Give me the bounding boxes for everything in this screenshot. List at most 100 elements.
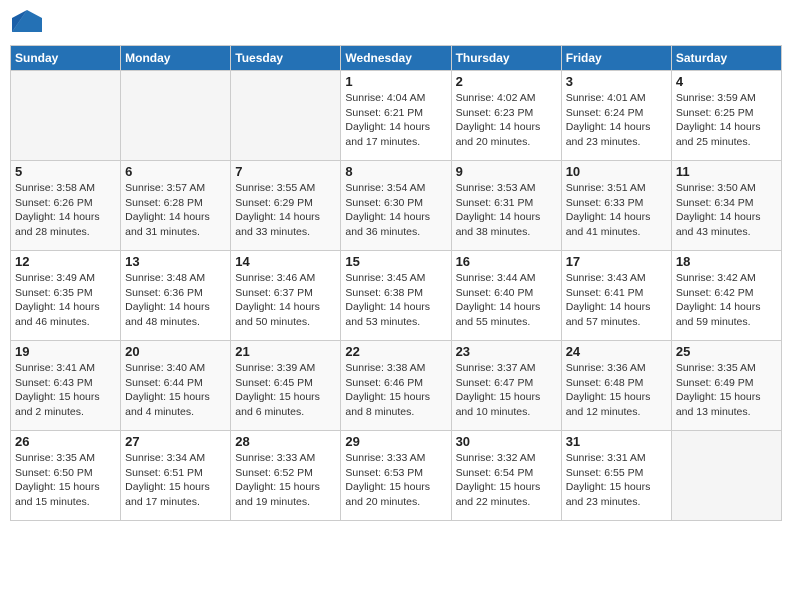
day-info: Sunrise: 3:39 AM Sunset: 6:45 PM Dayligh…: [235, 361, 336, 420]
day-number: 28: [235, 434, 336, 449]
calendar-cell: 7 Sunrise: 3:55 AM Sunset: 6:29 PM Daylig…: [231, 161, 341, 251]
day-info: Sunrise: 3:34 AM Sunset: 6:51 PM Dayligh…: [125, 451, 226, 510]
day-info: Sunrise: 3:40 AM Sunset: 6:44 PM Dayligh…: [125, 361, 226, 420]
column-header-thursday: Thursday: [451, 46, 561, 71]
day-info: Sunrise: 3:37 AM Sunset: 6:47 PM Dayligh…: [456, 361, 557, 420]
day-number: 4: [676, 74, 777, 89]
calendar-cell: 15 Sunrise: 3:45 AM Sunset: 6:38 PM Dayli…: [341, 251, 451, 341]
day-number: 17: [566, 254, 667, 269]
calendar-cell: 3 Sunrise: 4:01 AM Sunset: 6:24 PM Daylig…: [561, 71, 671, 161]
calendar-cell: 29 Sunrise: 3:33 AM Sunset: 6:53 PM Dayli…: [341, 431, 451, 521]
day-number: 26: [15, 434, 116, 449]
day-info: Sunrise: 3:57 AM Sunset: 6:28 PM Dayligh…: [125, 181, 226, 240]
day-number: 15: [345, 254, 446, 269]
calendar-cell: 28 Sunrise: 3:33 AM Sunset: 6:52 PM Dayli…: [231, 431, 341, 521]
day-number: 14: [235, 254, 336, 269]
day-number: 7: [235, 164, 336, 179]
day-info: Sunrise: 3:35 AM Sunset: 6:49 PM Dayligh…: [676, 361, 777, 420]
day-number: 18: [676, 254, 777, 269]
day-info: Sunrise: 3:36 AM Sunset: 6:48 PM Dayligh…: [566, 361, 667, 420]
calendar-cell: 11 Sunrise: 3:50 AM Sunset: 6:34 PM Dayli…: [671, 161, 781, 251]
day-number: 24: [566, 344, 667, 359]
calendar-cell: [231, 71, 341, 161]
day-number: 3: [566, 74, 667, 89]
day-info: Sunrise: 4:02 AM Sunset: 6:23 PM Dayligh…: [456, 91, 557, 150]
calendar-cell: 18Sunrise: 3:42 AM Sunset: 6:42 PM Dayli…: [671, 251, 781, 341]
day-info: Sunrise: 3:48 AM Sunset: 6:36 PM Dayligh…: [125, 271, 226, 330]
column-header-tuesday: Tuesday: [231, 46, 341, 71]
day-info: Sunrise: 3:49 AM Sunset: 6:35 PM Dayligh…: [15, 271, 116, 330]
day-info: Sunrise: 3:44 AM Sunset: 6:40 PM Dayligh…: [456, 271, 557, 330]
day-info: Sunrise: 4:01 AM Sunset: 6:24 PM Dayligh…: [566, 91, 667, 150]
day-number: 10: [566, 164, 667, 179]
day-info: Sunrise: 3:41 AM Sunset: 6:43 PM Dayligh…: [15, 361, 116, 420]
day-number: 23: [456, 344, 557, 359]
day-info: Sunrise: 3:31 AM Sunset: 6:55 PM Dayligh…: [566, 451, 667, 510]
calendar-cell: 5 Sunrise: 3:58 AM Sunset: 6:26 PM Daylig…: [11, 161, 121, 251]
calendar-cell: 2 Sunrise: 4:02 AM Sunset: 6:23 PM Daylig…: [451, 71, 561, 161]
day-number: 29: [345, 434, 446, 449]
calendar-cell: 30 Sunrise: 3:32 AM Sunset: 6:54 PM Dayli…: [451, 431, 561, 521]
column-header-wednesday: Wednesday: [341, 46, 451, 71]
day-info: Sunrise: 3:33 AM Sunset: 6:52 PM Dayligh…: [235, 451, 336, 510]
calendar-header-row: SundayMondayTuesdayWednesdayThursdayFrid…: [11, 46, 782, 71]
day-info: Sunrise: 3:50 AM Sunset: 6:34 PM Dayligh…: [676, 181, 777, 240]
calendar-cell: 1 Sunrise: 4:04 AM Sunset: 6:21 PM Daylig…: [341, 71, 451, 161]
day-info: Sunrise: 3:58 AM Sunset: 6:26 PM Dayligh…: [15, 181, 116, 240]
calendar-cell: 16 Sunrise: 3:44 AM Sunset: 6:40 PM Dayli…: [451, 251, 561, 341]
day-info: Sunrise: 3:38 AM Sunset: 6:46 PM Dayligh…: [345, 361, 446, 420]
day-info: Sunrise: 3:54 AM Sunset: 6:30 PM Dayligh…: [345, 181, 446, 240]
calendar-cell: [121, 71, 231, 161]
day-number: 1: [345, 74, 446, 89]
calendar-cell: 20 Sunrise: 3:40 AM Sunset: 6:44 PM Dayli…: [121, 341, 231, 431]
calendar-cell: 23 Sunrise: 3:37 AM Sunset: 6:47 PM Dayli…: [451, 341, 561, 431]
day-number: 2: [456, 74, 557, 89]
day-number: 20: [125, 344, 226, 359]
calendar-cell: 25 Sunrise: 3:35 AM Sunset: 6:49 PM Dayli…: [671, 341, 781, 431]
day-info: Sunrise: 3:32 AM Sunset: 6:54 PM Dayligh…: [456, 451, 557, 510]
day-info: Sunrise: 4:04 AM Sunset: 6:21 PM Dayligh…: [345, 91, 446, 150]
day-info: Sunrise: 3:43 AM Sunset: 6:41 PM Dayligh…: [566, 271, 667, 330]
day-number: 16: [456, 254, 557, 269]
calendar-table: SundayMondayTuesdayWednesdayThursdayFrid…: [10, 45, 782, 521]
day-number: 31: [566, 434, 667, 449]
day-number: 21: [235, 344, 336, 359]
calendar-cell: 24 Sunrise: 3:36 AM Sunset: 6:48 PM Dayli…: [561, 341, 671, 431]
day-number: 8: [345, 164, 446, 179]
column-header-monday: Monday: [121, 46, 231, 71]
day-info: Sunrise: 3:53 AM Sunset: 6:31 PM Dayligh…: [456, 181, 557, 240]
day-info: Sunrise: 3:55 AM Sunset: 6:29 PM Dayligh…: [235, 181, 336, 240]
day-info: Sunrise: 3:35 AM Sunset: 6:50 PM Dayligh…: [15, 451, 116, 510]
day-number: 13: [125, 254, 226, 269]
day-number: 12: [15, 254, 116, 269]
day-number: 11: [676, 164, 777, 179]
day-number: 27: [125, 434, 226, 449]
day-info: Sunrise: 3:59 AM Sunset: 6:25 PM Dayligh…: [676, 91, 777, 150]
day-number: 5: [15, 164, 116, 179]
day-info: Sunrise: 3:46 AM Sunset: 6:37 PM Dayligh…: [235, 271, 336, 330]
calendar-week-row: 19Sunrise: 3:41 AM Sunset: 6:43 PM Dayli…: [11, 341, 782, 431]
calendar-cell: 31 Sunrise: 3:31 AM Sunset: 6:55 PM Dayli…: [561, 431, 671, 521]
page-header: [10, 10, 782, 37]
calendar-week-row: 1 Sunrise: 4:04 AM Sunset: 6:21 PM Daylig…: [11, 71, 782, 161]
calendar-cell: 17 Sunrise: 3:43 AM Sunset: 6:41 PM Dayli…: [561, 251, 671, 341]
calendar-cell: 9 Sunrise: 3:53 AM Sunset: 6:31 PM Daylig…: [451, 161, 561, 251]
calendar-cell: 8 Sunrise: 3:54 AM Sunset: 6:30 PM Daylig…: [341, 161, 451, 251]
calendar-cell: 27 Sunrise: 3:34 AM Sunset: 6:51 PM Dayli…: [121, 431, 231, 521]
column-header-friday: Friday: [561, 46, 671, 71]
calendar-cell: 12 Sunrise: 3:49 AM Sunset: 6:35 PM Dayli…: [11, 251, 121, 341]
calendar-cell: 10 Sunrise: 3:51 AM Sunset: 6:33 PM Dayli…: [561, 161, 671, 251]
day-number: 30: [456, 434, 557, 449]
calendar-cell: 19Sunrise: 3:41 AM Sunset: 6:43 PM Dayli…: [11, 341, 121, 431]
calendar-cell: 6Sunrise: 3:57 AM Sunset: 6:28 PM Daylig…: [121, 161, 231, 251]
column-header-saturday: Saturday: [671, 46, 781, 71]
calendar-week-row: 12 Sunrise: 3:49 AM Sunset: 6:35 PM Dayli…: [11, 251, 782, 341]
calendar-cell: 21 Sunrise: 3:39 AM Sunset: 6:45 PM Dayli…: [231, 341, 341, 431]
day-info: Sunrise: 3:45 AM Sunset: 6:38 PM Dayligh…: [345, 271, 446, 330]
day-number: 25: [676, 344, 777, 359]
day-info: Sunrise: 3:33 AM Sunset: 6:53 PM Dayligh…: [345, 451, 446, 510]
day-number: 9: [456, 164, 557, 179]
day-info: Sunrise: 3:51 AM Sunset: 6:33 PM Dayligh…: [566, 181, 667, 240]
calendar-cell: 22Sunrise: 3:38 AM Sunset: 6:46 PM Dayli…: [341, 341, 451, 431]
calendar-week-row: 26 Sunrise: 3:35 AM Sunset: 6:50 PM Dayli…: [11, 431, 782, 521]
